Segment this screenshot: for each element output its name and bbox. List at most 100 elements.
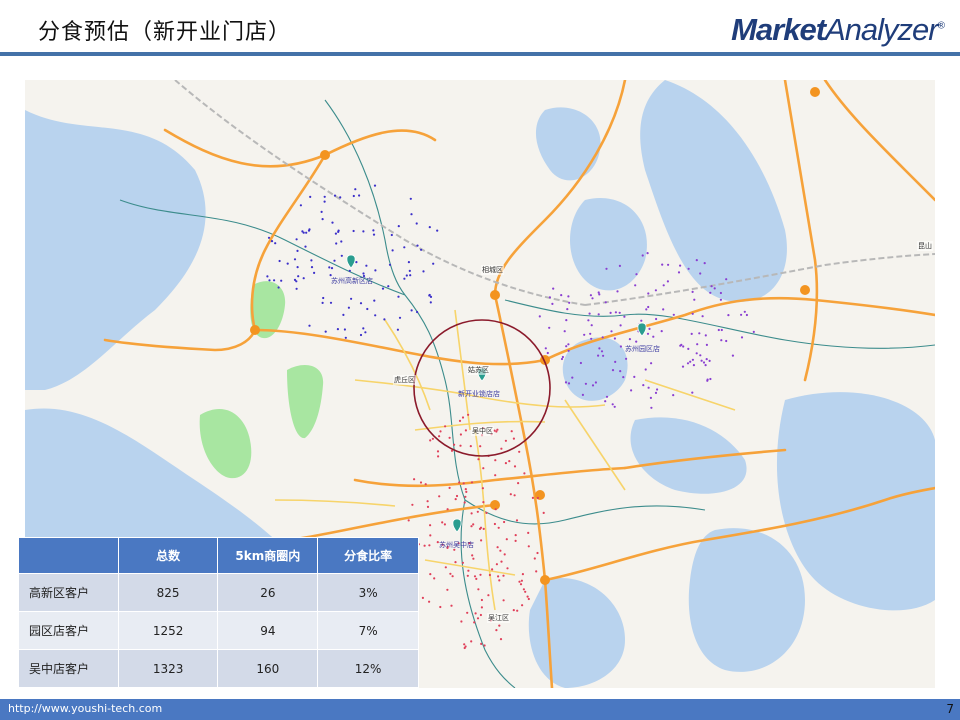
customer-point [513,494,516,497]
customer-point [444,425,447,428]
customer-point [720,339,723,342]
customer-point [602,354,605,357]
customer-point [495,563,498,566]
customer-point [415,222,418,225]
customer-point [506,567,509,570]
customer-point [340,240,343,243]
customer-point [701,315,704,318]
customer-point [567,343,570,346]
customer-point [628,338,632,341]
customer-point [423,544,426,547]
customer-point [725,339,728,343]
customer-point [693,298,696,301]
customer-point [295,287,298,290]
customer-point [485,511,488,514]
customer-point [321,301,324,304]
marketanalyzer-logo: MarketAnalyzer® [731,12,945,47]
customer-point [409,197,412,200]
customer-point [544,347,547,350]
customer-point [517,482,520,485]
customer-point [752,330,755,333]
customer-point [459,433,462,436]
customer-point [650,362,653,365]
customer-point [362,327,365,330]
customer-point [702,361,706,364]
customer-point [679,264,682,267]
customer-point [419,481,423,484]
customer-point [397,295,400,298]
wuzhong-customer-points [405,413,545,650]
customer-point [546,351,549,355]
customer-point [365,264,368,267]
customer-point [374,314,377,317]
customer-point [466,611,469,614]
customer-point [479,445,482,448]
customer-point [503,520,506,524]
customer-point [439,605,442,609]
customer-point [439,430,442,433]
header-blank [18,537,119,574]
customer-point [509,493,512,496]
customer-point [465,490,468,493]
district-label-kunshan: 昆山 [917,241,933,251]
customer-point [646,332,650,335]
store-pin-icon [637,322,647,337]
customer-point [328,266,331,269]
customer-point [597,313,600,316]
customer-point [388,263,392,266]
customer-point [313,271,316,274]
customer-point [408,269,411,272]
customer-point [681,365,685,368]
customer-point [696,343,699,346]
customer-point [352,194,355,198]
customer-point [642,384,645,387]
customer-point [387,285,390,288]
customer-point [494,474,497,477]
customer-point [337,229,340,232]
customer-point [472,523,475,526]
customer-point [499,638,503,641]
customer-point [479,526,483,529]
customer-point [699,272,702,275]
table-row: 高新区客户 825 26 3% [18,573,419,612]
row-name: 高新区客户 [18,573,119,612]
customer-point [719,298,723,301]
customer-point [691,290,694,293]
customer-point [567,349,570,352]
customer-point [354,188,357,191]
customer-point [518,580,521,583]
customer-point [667,263,670,266]
store-label-wuzhong: 苏州吴中店 [439,541,474,549]
customer-point [480,539,483,542]
customer-point [374,269,377,272]
customer-point [366,307,369,311]
customer-point [309,195,312,198]
customer-point [463,501,466,504]
customer-point [307,229,311,232]
customer-point [565,345,568,348]
customer-point [682,345,685,348]
customer-point [699,354,702,357]
customer-point [481,487,484,490]
customer-point [464,429,467,432]
table-row: 园区店客户 1252 94 7% [18,611,419,650]
customer-point [343,328,346,331]
customer-point [597,354,600,357]
customer-point [407,519,410,522]
slide-title: 分食预估（新开业门店） [38,20,292,45]
customer-point [426,500,429,503]
customer-point [704,364,707,367]
header-ratio: 分食比率 [317,537,419,574]
customer-point [527,531,530,534]
header-total: 总数 [117,537,219,574]
customer-point [704,334,707,337]
customer-point [717,328,720,332]
customer-point [618,311,621,314]
footer-url[interactable]: http://www.youshi-tech.com [8,702,162,715]
customer-point [464,495,467,498]
customer-point [409,274,412,277]
customer-point [527,545,530,548]
customer-point [654,289,658,292]
customer-point [428,293,431,297]
customer-point [590,337,593,340]
